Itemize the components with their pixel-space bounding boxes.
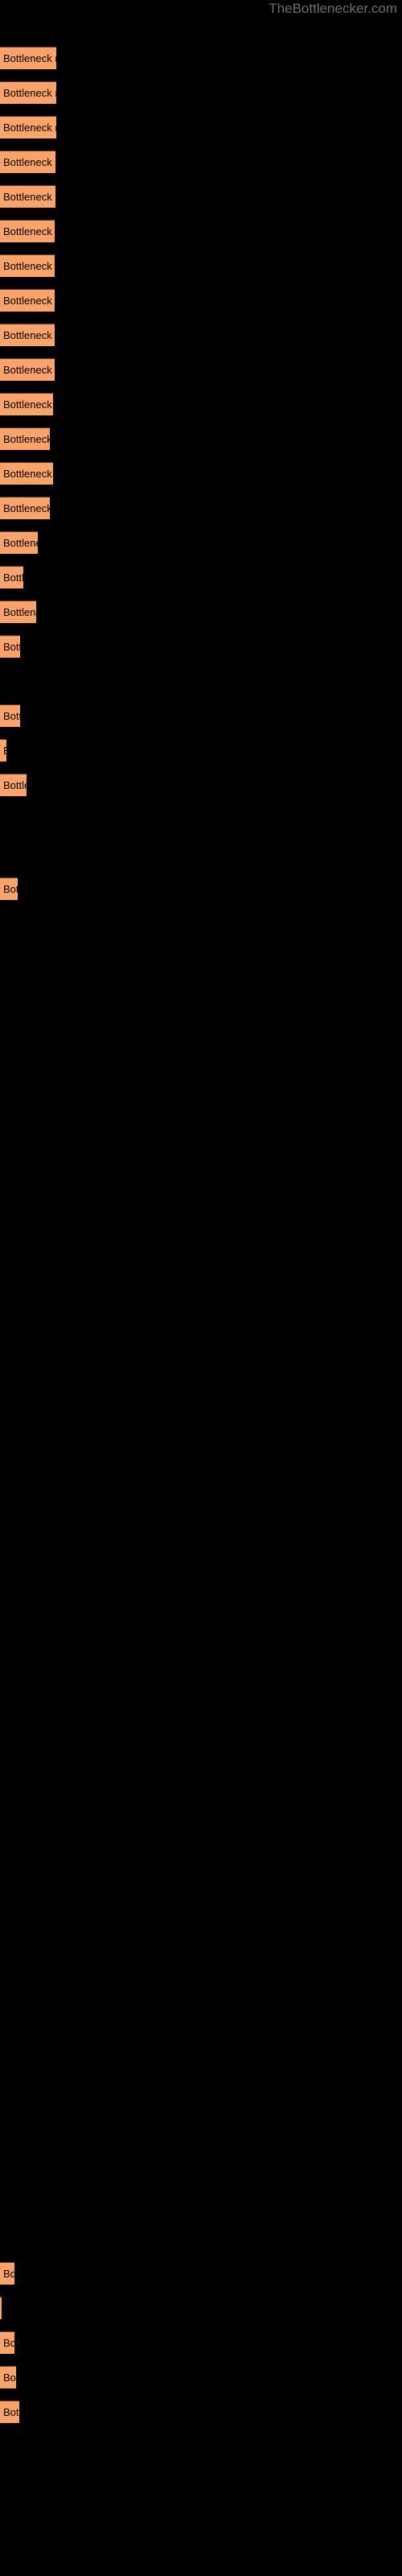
bar[interactable]: Bottleneck result bbox=[0, 47, 56, 69]
bar[interactable]: Bottleneck result bbox=[0, 2262, 14, 2285]
bar-label: Bottleneck result bbox=[3, 433, 50, 445]
bar[interactable]: Bottleneck result bbox=[0, 427, 50, 450]
plot-area: Bottleneck result Bottleneck result Bottle… bbox=[0, 0, 402, 2576]
bar[interactable]: Bottleneck result bbox=[0, 462, 53, 485]
bar-label: Bottleneck result bbox=[3, 779, 27, 791]
bar[interactable]: Bottleneck result bbox=[0, 2297, 2, 2319]
bar-label: Bottleneck result bbox=[3, 641, 20, 653]
bar-label: Bottleneck result bbox=[3, 2406, 19, 2418]
bar[interactable]: Bottleneck result bbox=[0, 739, 6, 762]
bar[interactable]: Bottleneck result bbox=[0, 635, 20, 658]
bar[interactable]: Bottleneck result bbox=[0, 497, 50, 519]
bar[interactable]: Bottleneck result bbox=[0, 2331, 14, 2354]
bar-label: Bottleneck result bbox=[3, 2337, 14, 2349]
bar-label: Bottleneck result bbox=[3, 502, 50, 514]
bar-label: Bottleneck result bbox=[3, 156, 55, 168]
bar[interactable]: Bottleneck result bbox=[0, 2366, 16, 2388]
bar-label: Bottleneck result bbox=[3, 191, 55, 203]
bar[interactable]: Bottleneck result bbox=[0, 531, 38, 554]
bar[interactable]: Bottleneck result bbox=[0, 393, 53, 415]
bar[interactable]: Bottleneck result bbox=[0, 116, 56, 138]
bar-label: Bottleneck result bbox=[3, 2268, 14, 2280]
bar-label: Bottleneck result bbox=[3, 398, 53, 411]
bar[interactable]: Bottleneck result bbox=[0, 151, 55, 173]
bar-label: Bottleneck result bbox=[3, 572, 23, 584]
bar-label: Bottleneck result bbox=[3, 364, 55, 376]
bar-label: Bottleneck result bbox=[3, 468, 53, 480]
bar[interactable]: Bottleneck result bbox=[0, 254, 55, 277]
bar[interactable]: Bottleneck result bbox=[0, 704, 20, 727]
bar-label: Bottleneck result bbox=[3, 606, 36, 618]
bottleneck-bar-chart: TheBottlenecker.com Bottleneck resultBot… bbox=[0, 0, 402, 2576]
bar-label: Bottleneck result bbox=[3, 260, 55, 272]
bar[interactable]: Bottleneck result bbox=[0, 185, 55, 208]
bar[interactable]: Bottleneck result bbox=[0, 877, 18, 900]
bar-label: Bottleneck result bbox=[3, 52, 56, 64]
bar[interactable]: Bottleneck result bbox=[0, 774, 27, 796]
bar[interactable]: Bottleneck result bbox=[0, 289, 55, 312]
bar-label: Bottleneck result bbox=[3, 295, 55, 307]
bar-label: Bottleneck result bbox=[3, 740, 6, 762]
bar[interactable]: Bottleneck result bbox=[0, 358, 55, 381]
bar-label: Bottleneck result bbox=[3, 225, 55, 237]
bar-label: Bottleneck result bbox=[3, 122, 56, 134]
bar-label: Bottleneck result bbox=[3, 537, 38, 549]
bar[interactable]: Bottleneck result bbox=[0, 566, 23, 588]
bar-label: Bottleneck result bbox=[3, 2372, 16, 2384]
bar[interactable]: Bottleneck result bbox=[0, 2401, 19, 2423]
bar[interactable]: Bottleneck result bbox=[0, 601, 36, 623]
bar[interactable]: Bottleneck result bbox=[0, 81, 56, 104]
bar-label: Bottleneck result bbox=[3, 710, 20, 722]
bar-label: Bottleneck result bbox=[3, 329, 55, 341]
bar-label: Bottleneck result bbox=[3, 87, 56, 99]
bar-label: Bottleneck result bbox=[3, 883, 18, 895]
bar[interactable]: Bottleneck result bbox=[0, 220, 55, 242]
bar[interactable]: Bottleneck result bbox=[0, 324, 55, 346]
